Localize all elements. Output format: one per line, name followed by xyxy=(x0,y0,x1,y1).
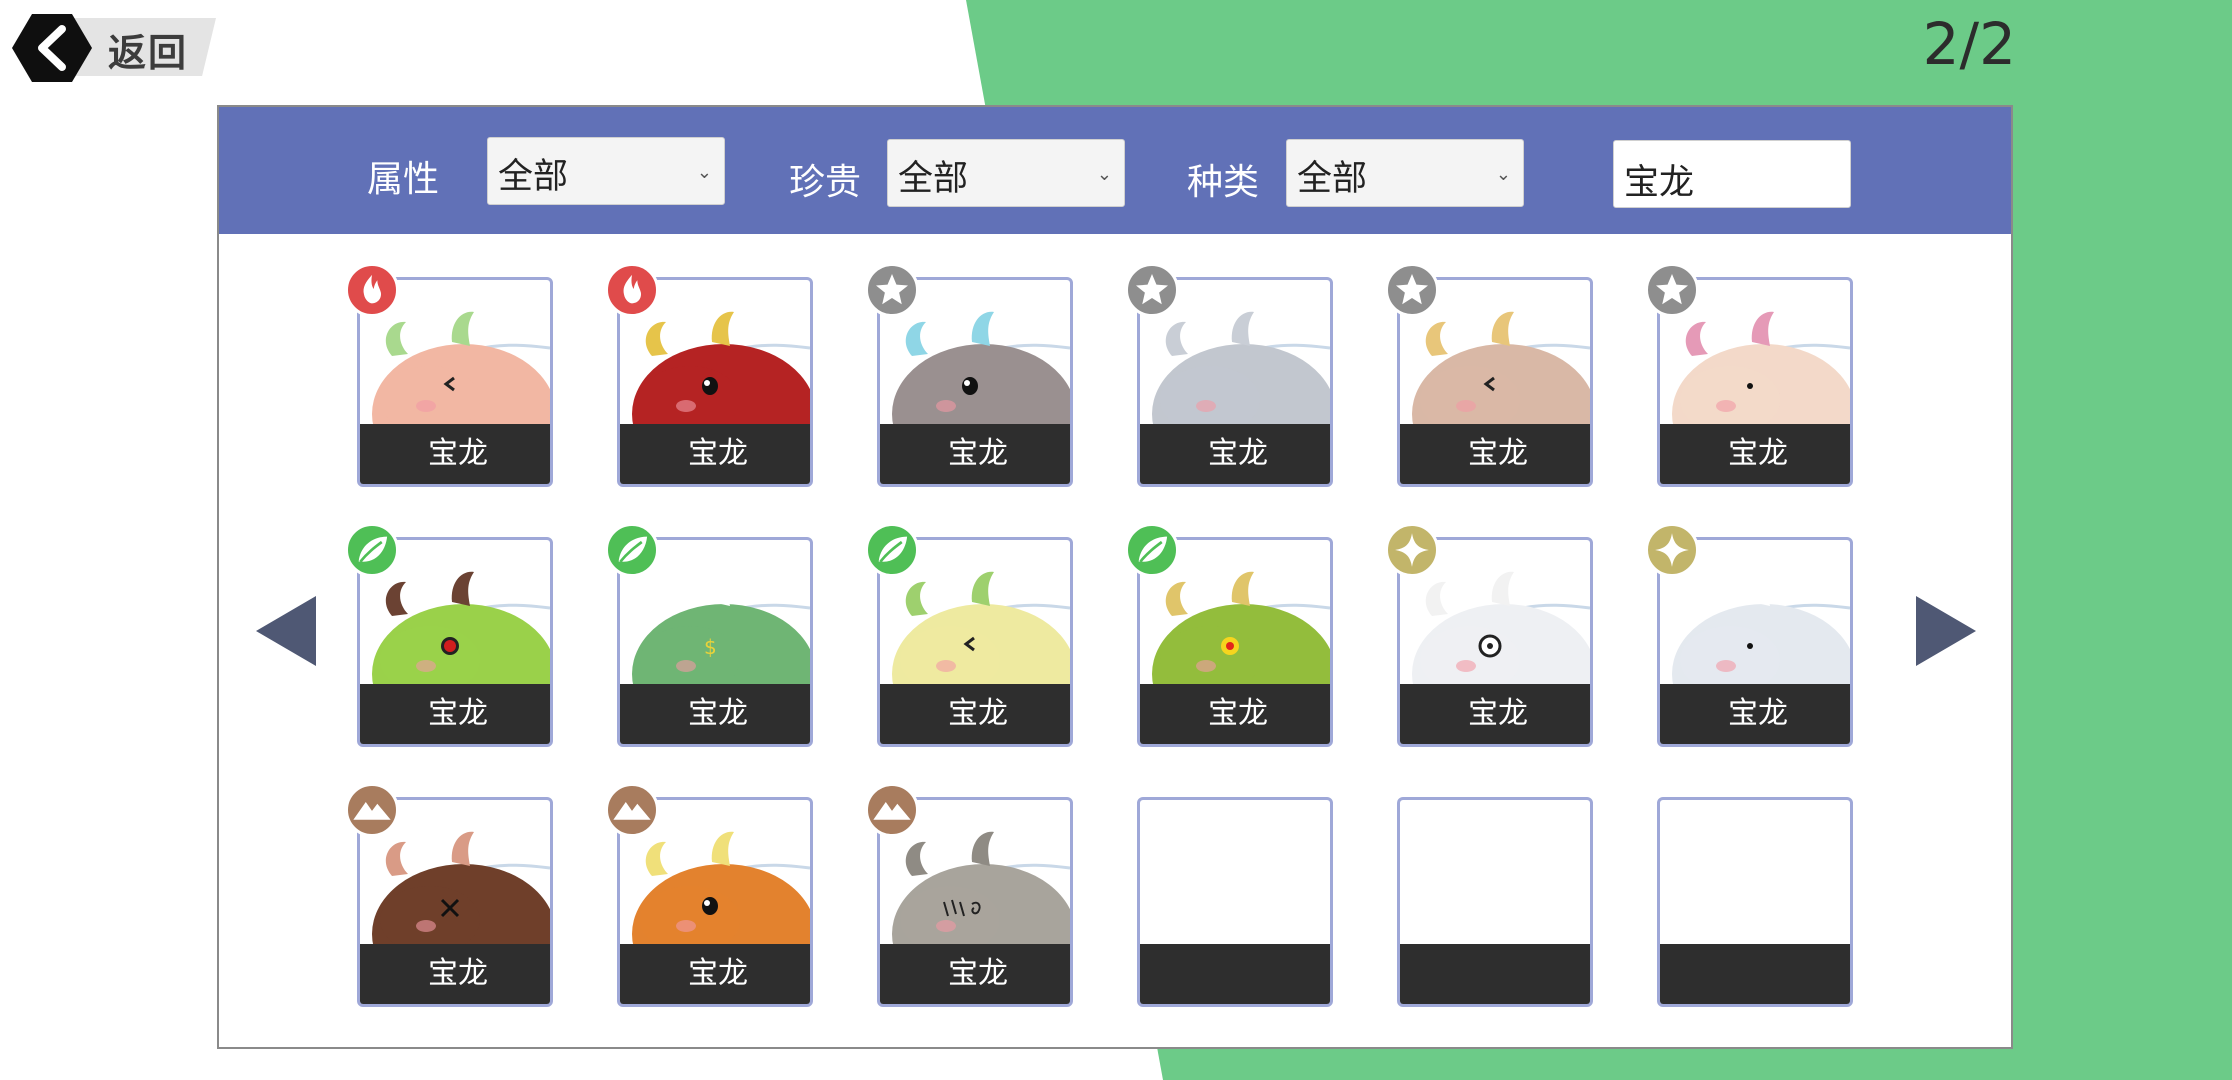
back-button[interactable]: 返回 xyxy=(12,14,216,82)
monster-card[interactable]: 宝龙 xyxy=(1645,523,1853,747)
leaf-icon xyxy=(605,523,659,577)
flame-icon xyxy=(605,263,659,317)
star-icon xyxy=(1385,263,1439,317)
leaf-icon xyxy=(865,523,919,577)
monster-card[interactable]: 宝龙 xyxy=(1125,523,1333,747)
prev-page-arrow-icon[interactable] xyxy=(254,594,318,668)
monster-name: 宝龙 xyxy=(620,944,810,1004)
monster-card[interactable]: 宝龙 xyxy=(605,263,813,487)
monster-name: 宝龙 xyxy=(360,944,550,1004)
monster-portrait xyxy=(1664,302,1850,484)
monster-portrait xyxy=(884,562,1070,744)
sparkle-icon xyxy=(1385,523,1439,577)
leaf-icon xyxy=(1125,523,1179,577)
monster-name xyxy=(1140,944,1330,1004)
monster-name: 宝龙 xyxy=(1140,424,1330,484)
monster-card[interactable]: 宝龙 xyxy=(345,783,553,1007)
monster-name: 宝龙 xyxy=(620,684,810,744)
mountain-icon xyxy=(345,783,399,837)
species-select-value: 全部 xyxy=(1297,159,1368,199)
monster-portrait xyxy=(1144,302,1330,484)
next-page-arrow-icon[interactable] xyxy=(1914,594,1978,668)
monster-name: 宝龙 xyxy=(1660,424,1850,484)
monster-card[interactable]: 宝龙 xyxy=(1385,263,1593,487)
card-frame xyxy=(1137,797,1333,1007)
monster-card[interactable]: 宝龙 xyxy=(605,783,813,1007)
monster-portrait xyxy=(364,562,550,744)
species-select[interactable]: 全部 ⌄ xyxy=(1286,139,1524,207)
page-indicator: 2/2 xyxy=(1922,10,2016,78)
star-icon xyxy=(1645,263,1699,317)
monster-portrait xyxy=(364,302,550,484)
attribute-select-value: 全部 xyxy=(498,157,569,197)
monster-name: 宝龙 xyxy=(1140,684,1330,744)
chevron-down-icon: ⌄ xyxy=(1096,164,1112,185)
monster-name: 宝龙 xyxy=(360,684,550,744)
monster-card[interactable]: 宝龙 xyxy=(1385,523,1593,747)
monster-name: 宝龙 xyxy=(1660,684,1850,744)
monster-card[interactable]: 宝龙 xyxy=(345,523,553,747)
collection-panel: 属性 全部 ⌄ 珍贵 全部 ⌄ 种类 全部 ⌄ 宝龙宝龙宝龙宝龙宝龙宝龙宝龙$宝… xyxy=(217,105,2013,1049)
monster-portrait xyxy=(624,822,810,1004)
leaf-icon xyxy=(345,523,399,577)
monster-name: 宝龙 xyxy=(360,424,550,484)
monster-name: 宝龙 xyxy=(880,944,1070,1004)
empty-slot[interactable] xyxy=(1657,797,1853,1007)
monster-card[interactable]: $ 宝龙 xyxy=(605,523,813,747)
monster-card[interactable]: 宝龙 xyxy=(865,523,1073,747)
back-label: 返回 xyxy=(108,31,189,75)
monster-card[interactable]: 宝龙 xyxy=(865,783,1073,1007)
monster-card[interactable]: 宝龙 xyxy=(1645,263,1853,487)
flame-icon xyxy=(345,263,399,317)
empty-slot[interactable] xyxy=(1137,797,1333,1007)
monster-portrait xyxy=(1404,562,1590,744)
monster-name: 宝龙 xyxy=(620,424,810,484)
rarity-select-value: 全部 xyxy=(898,159,969,199)
empty-slot[interactable] xyxy=(1397,797,1593,1007)
monster-portrait xyxy=(364,822,550,1004)
svg-text:$: $ xyxy=(704,635,717,659)
monster-name: 宝龙 xyxy=(1400,424,1590,484)
star-icon xyxy=(865,263,919,317)
monster-card[interactable]: 宝龙 xyxy=(865,263,1073,487)
monster-portrait xyxy=(1664,562,1850,744)
monster-name xyxy=(1660,944,1850,1004)
monster-name: 宝龙 xyxy=(880,684,1070,744)
monster-portrait xyxy=(884,302,1070,484)
monster-name: 宝龙 xyxy=(880,424,1070,484)
monster-portrait xyxy=(1144,562,1330,744)
chevron-down-icon: ⌄ xyxy=(1495,164,1511,185)
mountain-icon xyxy=(865,783,919,837)
search-input[interactable] xyxy=(1613,140,1851,208)
monster-name xyxy=(1400,944,1590,1004)
filter-bar: 属性 全部 ⌄ 珍贵 全部 ⌄ 种类 全部 ⌄ xyxy=(219,107,2011,234)
chevron-down-icon: ⌄ xyxy=(696,162,712,183)
monster-card[interactable]: 宝龙 xyxy=(1125,263,1333,487)
card-frame xyxy=(1657,797,1853,1007)
sparkle-icon xyxy=(1645,523,1699,577)
card-frame xyxy=(1397,797,1593,1007)
monster-name: 宝龙 xyxy=(1400,684,1590,744)
rarity-select[interactable]: 全部 ⌄ xyxy=(887,139,1125,207)
monster-portrait xyxy=(1404,302,1590,484)
mountain-icon xyxy=(605,783,659,837)
monster-card[interactable]: 宝龙 xyxy=(345,263,553,487)
species-filter-label: 种类 xyxy=(1187,162,1260,203)
monster-portrait: $ xyxy=(624,562,810,744)
monster-portrait xyxy=(884,822,1070,1004)
rarity-filter-label: 珍贵 xyxy=(789,162,862,203)
star-icon xyxy=(1125,263,1179,317)
attribute-filter-label: 属性 xyxy=(367,159,440,200)
attribute-select[interactable]: 全部 ⌄ xyxy=(487,137,725,205)
monster-portrait xyxy=(624,302,810,484)
